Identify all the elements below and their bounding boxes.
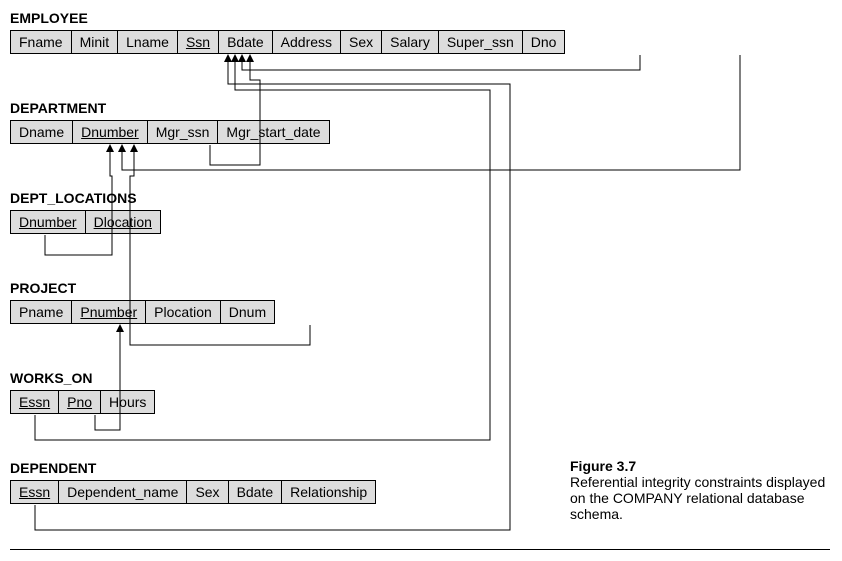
table-dept-locations: DEPT_LOCATIONS Dnumber Dlocation [10,190,161,234]
figure-caption-title: Figure 3.7 [570,458,636,474]
table-employee: EMPLOYEE Fname Minit Lname Ssn Bdate Add… [10,10,565,54]
col-mgr-start-date: Mgr_start_date [217,120,329,144]
col-pname: Pname [10,300,72,324]
table-row: Essn Pno Hours [10,390,155,414]
table-row: Pname Pnumber Plocation Dnum [10,300,275,324]
col-pnumber: Pnumber [71,300,146,324]
col-ssn: Ssn [177,30,219,54]
table-title-department: DEPARTMENT [10,100,330,116]
col-dep-bdate: Bdate [228,480,283,504]
col-minit: Minit [71,30,119,54]
col-dnumber: Dnumber [72,120,148,144]
col-bdate: Bdate [218,30,273,54]
col-fname: Fname [10,30,72,54]
figure-caption-text: Referential integrity constraints displa… [570,474,825,522]
col-dep-essn: Essn [10,480,59,504]
col-address: Address [272,30,341,54]
table-title-works-on: WORKS_ON [10,370,155,386]
col-dno: Dno [522,30,566,54]
table-department: DEPARTMENT Dname Dnumber Mgr_ssn Mgr_sta… [10,100,330,144]
col-salary: Salary [381,30,439,54]
table-title-project: PROJECT [10,280,275,296]
table-row: Dname Dnumber Mgr_ssn Mgr_start_date [10,120,330,144]
col-dep-sex: Sex [186,480,228,504]
col-dl-dlocation: Dlocation [85,210,161,234]
col-mgr-ssn: Mgr_ssn [147,120,219,144]
figure-caption: Figure 3.7 Referential integrity constra… [570,458,830,522]
col-plocation: Plocation [145,300,221,324]
col-dep-relationship: Relationship [281,480,376,504]
col-dnum: Dnum [220,300,275,324]
col-wo-pno: Pno [58,390,101,414]
col-dname: Dname [10,120,73,144]
col-wo-hours: Hours [100,390,155,414]
col-sex: Sex [340,30,382,54]
table-dependent: DEPENDENT Essn Dependent_name Sex Bdate … [10,460,376,504]
table-title-employee: EMPLOYEE [10,10,565,26]
col-lname: Lname [117,30,178,54]
table-title-dependent: DEPENDENT [10,460,376,476]
table-project: PROJECT Pname Pnumber Plocation Dnum [10,280,275,324]
col-dep-name: Dependent_name [58,480,187,504]
table-row: Fname Minit Lname Ssn Bdate Address Sex … [10,30,565,54]
table-title-dept-locations: DEPT_LOCATIONS [10,190,161,206]
col-dl-dnumber: Dnumber [10,210,86,234]
relational-schema-diagram: EMPLOYEE Fname Minit Lname Ssn Bdate Add… [10,10,830,550]
table-works-on: WORKS_ON Essn Pno Hours [10,370,155,414]
col-wo-essn: Essn [10,390,59,414]
table-row: Dnumber Dlocation [10,210,161,234]
table-row: Essn Dependent_name Sex Bdate Relationsh… [10,480,376,504]
col-super-ssn: Super_ssn [438,30,523,54]
